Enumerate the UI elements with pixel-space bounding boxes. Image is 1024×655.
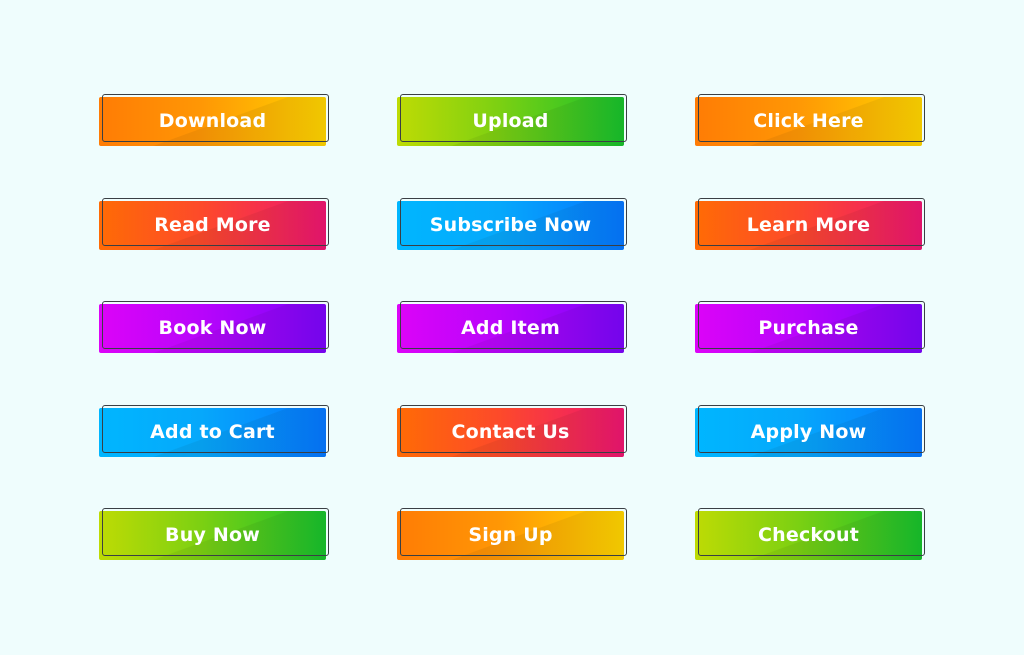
purchase-button[interactable]: Purchase xyxy=(695,301,925,353)
button-label: Buy Now xyxy=(165,524,260,546)
button-label: Apply Now xyxy=(750,421,867,443)
sign-up-button[interactable]: Sign Up xyxy=(397,508,627,560)
click-here-button[interactable]: Click Here xyxy=(695,94,925,146)
learn-more-button[interactable]: Learn More xyxy=(695,198,925,250)
button-label: Learn More xyxy=(746,214,871,236)
button-label: Read More xyxy=(154,214,271,236)
add-to-cart-button[interactable]: Add to Cart xyxy=(99,405,329,457)
button-label: Book Now xyxy=(158,317,267,339)
read-more-button[interactable]: Read More xyxy=(99,198,329,250)
button-label: Add Item xyxy=(461,317,560,339)
download-button[interactable]: Download xyxy=(99,94,329,146)
upload-button[interactable]: Upload xyxy=(397,94,627,146)
contact-us-button[interactable]: Contact Us xyxy=(397,405,627,457)
button-label: Click Here xyxy=(753,110,864,132)
button-label: Sign Up xyxy=(468,524,553,546)
button-label: Purchase xyxy=(758,317,859,339)
book-now-button[interactable]: Book Now xyxy=(99,301,329,353)
checkout-button[interactable]: Checkout xyxy=(695,508,925,560)
button-label: Subscribe Now xyxy=(429,214,592,236)
button-label: Contact Us xyxy=(451,421,570,443)
add-item-button[interactable]: Add Item xyxy=(397,301,627,353)
apply-now-button[interactable]: Apply Now xyxy=(695,405,925,457)
button-label: Upload xyxy=(472,110,549,132)
buy-now-button[interactable]: Buy Now xyxy=(99,508,329,560)
button-label: Download xyxy=(158,110,267,132)
subscribe-now-button[interactable]: Subscribe Now xyxy=(397,198,627,250)
button-label: Add to Cart xyxy=(150,421,275,443)
button-label: Checkout xyxy=(757,524,859,546)
